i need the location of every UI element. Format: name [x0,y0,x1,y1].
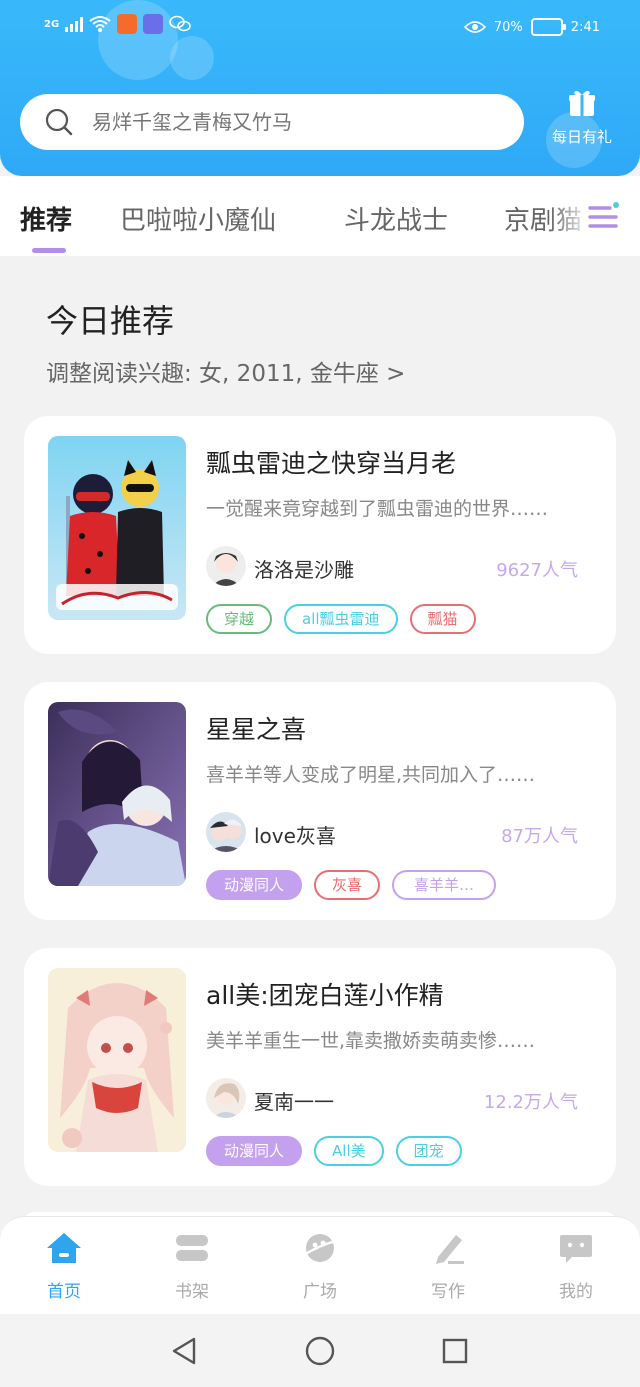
tag-list: 穿越 all瓢虫雷迪 瓢猫 [206,604,476,634]
tag[interactable]: 灰喜 [314,870,381,900]
nav-mine[interactable]: 我的 [536,1231,616,1302]
nav-label: 写作 [431,1282,465,1302]
avatar[interactable] [206,546,246,586]
nav-label: 书架 [175,1282,209,1302]
clock: 2:41 [570,19,600,35]
book-description: 一觉醒来竟穿越到了瓢虫雷迪的世界…… [206,498,549,520]
chat-face-icon [560,1235,592,1263]
pen-icon [436,1235,464,1264]
search-input[interactable] [92,110,492,134]
music-app-icon [143,14,164,34]
bottom-navigation: 首页 书架 广场 写作 我的 [0,1216,640,1314]
section-title: 今日推荐 [46,302,175,340]
author-name[interactable]: 洛洛是沙雕 [254,554,354,583]
search-icon [45,108,73,136]
tag-list: 动漫同人 All美 团宠 [206,1136,462,1166]
decor-bubble [170,36,214,80]
gift-label: 每日有礼 [551,128,612,146]
reading-interest-link[interactable]: 调整阅读兴趣: 女, 2011, 金牛座 > [46,354,405,388]
avatar[interactable] [206,1078,246,1118]
tag[interactable]: all瓢虫雷迪 [284,604,398,634]
planet-icon [303,1234,337,1262]
tab-doulong[interactable]: 斗龙战士 [344,200,448,237]
book-title[interactable]: 星星之喜 [206,710,306,746]
book-title[interactable]: all美:团宠白莲小作精 [206,976,444,1012]
nav-write[interactable]: 写作 [408,1231,488,1302]
tab-balala[interactable]: 巴啦啦小魔仙 [120,200,276,237]
eye-icon [463,21,486,33]
nav-label: 广场 [303,1282,337,1302]
home-circle-icon[interactable] [305,1336,335,1366]
nav-label: 我的 [559,1282,593,1302]
recents-icon[interactable] [442,1338,468,1364]
tag-list: 动漫同人 灰喜 喜羊羊… [206,870,497,900]
tag[interactable]: 团宠 [395,1136,462,1166]
tag[interactable]: 瓢猫 [409,604,476,634]
book-cover [48,436,186,620]
active-tab-indicator [32,248,66,253]
book-description: 喜羊羊等人变成了明星,共同加入了…… [206,764,536,786]
nav-bookshelf[interactable]: 书架 [152,1231,232,1302]
book-cover [48,702,186,886]
signal-icon [65,16,84,32]
back-icon[interactable] [170,1336,198,1366]
home-icon [47,1233,81,1263]
nav-square[interactable]: 广场 [280,1231,360,1302]
app-notification-icon [117,14,138,34]
category-tabs: 推荐 巴啦啦小魔仙 斗龙战士 京剧猫 [0,176,640,256]
avatar[interactable] [206,812,246,852]
daily-gift-button[interactable]: 每日有礼 [542,88,622,147]
battery-icon [530,18,566,36]
wechat-icon [169,15,191,32]
tag[interactable]: 喜羊羊… [392,870,497,900]
author-name[interactable]: love灰喜 [254,820,336,849]
tag[interactable]: 动漫同人 [206,1136,303,1166]
book-card[interactable]: 瓢虫雷迪之快穿当月老 一觉醒来竟穿越到了瓢虫雷迪的世界…… 洛洛是沙雕 9627… [24,416,616,654]
book-description: 美羊羊重生一世,靠卖撒娇卖萌卖惨…… [206,1030,536,1052]
nav-label: 首页 [47,1282,81,1302]
popularity-count: 12.2万人气 [483,1092,578,1113]
search-bar[interactable] [20,94,524,150]
popularity-count: 9627人气 [496,560,578,581]
book-title[interactable]: 瓢虫雷迪之快穿当月老 [206,444,456,480]
gift-icon [569,90,595,116]
nav-home[interactable]: 首页 [24,1231,104,1302]
tag[interactable]: All美 [314,1136,384,1166]
category-menu-icon[interactable] [588,200,620,232]
status-bar: 2G 70% 2:41 [0,14,640,42]
tag[interactable]: 穿越 [206,604,273,634]
top-header: 2G 70% 2:41 每日有礼 [0,0,640,176]
book-card[interactable]: all美:团宠白莲小作精 美羊羊重生一世,靠卖撒娇卖萌卖惨…… 夏南一一 12.… [24,948,616,1186]
system-navigation-bar [0,1314,640,1387]
wifi-icon [89,16,111,32]
bookshelf-icon [176,1235,208,1261]
network-type: 2G [44,18,60,30]
book-cover [48,968,186,1152]
author-name[interactable]: 夏南一一 [254,1086,334,1115]
tab-recommend[interactable]: 推荐 [20,200,72,237]
book-card[interactable]: 星星之喜 喜羊羊等人变成了明星,共同加入了…… love灰喜 87万人气 动漫同… [24,682,616,920]
battery-percent: 70% [493,19,523,35]
popularity-count: 87万人气 [501,826,578,847]
tag[interactable]: 动漫同人 [206,870,303,900]
